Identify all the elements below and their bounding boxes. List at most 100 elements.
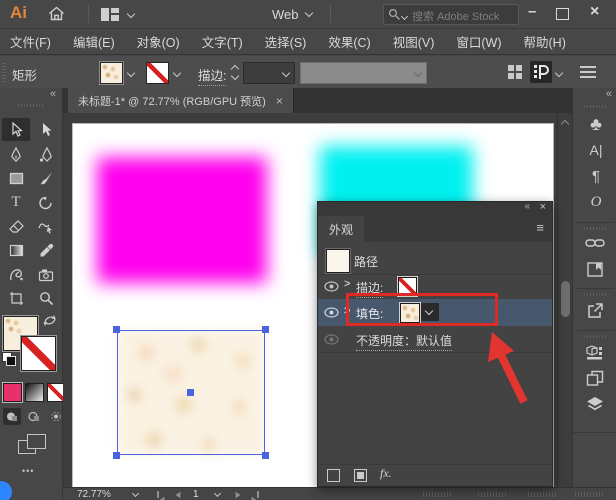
swap-fill-stroke-icon[interactable] [42,314,58,327]
stroke-weight-stepper[interactable] [230,63,240,81]
selection-center-point[interactable] [187,389,194,396]
stroke-visibility-eye-icon[interactable] [324,281,339,292]
close-window-button[interactable]: × [590,3,599,21]
stroke-color-chevron-icon[interactable] [173,69,181,77]
stroke-color-swatch[interactable] [146,62,169,84]
document-tab[interactable]: 未标题-1* @ 72.77% (RGB/GPU 预览) × [68,88,294,113]
menu-item-view[interactable]: 视图(V) [393,32,435,51]
panel-close-icon[interactable]: × [540,201,546,213]
panel-header[interactable]: « × [318,202,552,217]
asset-export-panel-icon[interactable] [585,344,605,362]
zoom-level[interactable]: 72.77% [77,489,111,500]
color-button[interactable] [3,383,22,402]
menu-item-file[interactable]: 文件(F) [10,32,51,51]
artboard-number[interactable]: 1 [193,489,199,500]
next-artboard-icon[interactable] [236,492,241,498]
paragraph-panel-icon[interactable]: ¶ [573,168,616,185]
menu-item-select[interactable]: 选择(S) [265,32,307,51]
export-panel-icon[interactable] [586,302,604,320]
home-icon[interactable] [48,6,65,21]
menu-item-edit[interactable]: 编辑(E) [73,32,115,51]
stroke-weight-dropdown[interactable] [243,62,295,84]
first-artboard-icon[interactable] [157,491,165,500]
options-list-icon[interactable] [580,65,596,78]
maximize-button[interactable] [556,8,569,20]
align-pixel-grid-button[interactable] [530,61,552,83]
fill-color-swatch[interactable] [100,62,123,84]
textured-rectangle[interactable] [117,330,265,455]
selection-handle-se[interactable] [262,452,269,459]
zoom-level-chevron-icon[interactable] [132,490,139,497]
panel-collapse-icon[interactable]: « [524,201,530,212]
document-setup-icon[interactable] [508,65,522,79]
selection-handle-nw[interactable] [113,326,120,333]
draw-behind-mode-button[interactable] [25,408,43,425]
magenta-rectangle[interactable] [97,157,267,283]
tools-grip[interactable] [18,104,44,107]
workspace-switcher[interactable]: Web [272,7,299,22]
appearance-tab[interactable]: 外观 [318,216,364,242]
align-pixel-grid-chevron-icon[interactable] [555,69,563,77]
menu-item-type[interactable]: 文字(T) [202,32,243,51]
brushes-panel-icon[interactable]: ♣ [573,114,616,135]
tools-collapse-icon[interactable]: « [50,88,56,100]
direct-selection-tool[interactable] [32,118,60,141]
selection-tool[interactable] [2,118,30,141]
artboard-tool[interactable] [2,287,30,310]
hscroll-grip-1[interactable] [423,492,451,497]
add-effect-fx-icon[interactable]: fx. [380,466,392,481]
cc-libraries-panel-icon[interactable] [585,236,605,250]
new-stroke-icon[interactable] [327,469,340,482]
selection-handle-ne[interactable] [262,326,269,333]
eyedropper-tool[interactable] [32,239,60,262]
hscroll-grip-3[interactable] [528,492,556,497]
workspace-chevron-icon[interactable] [305,9,313,17]
stroke-expand-icon[interactable]: > [344,278,350,290]
fill-visibility-eye-icon[interactable] [324,307,339,318]
menu-item-effect[interactable]: 效果(C) [328,32,370,51]
document-tab-close-icon[interactable]: × [276,94,283,108]
fill-color-chevron-icon[interactable] [127,69,135,77]
menu-item-help[interactable]: 帮助(H) [524,32,566,51]
dock-collapse-icon[interactable]: « [606,88,612,100]
minimize-button[interactable]: – [528,3,536,20]
default-fill-stroke-icon[interactable] [2,352,16,366]
rectangle-tool[interactable] [2,167,30,190]
gradient-tool[interactable] [2,239,30,262]
paintbrush-tool[interactable] [32,167,60,190]
curvature-tool[interactable] [32,143,60,166]
shaper-tool[interactable] [32,215,60,238]
dock-grip-3[interactable] [584,293,606,296]
control-bar-grip[interactable] [2,62,6,82]
search-box[interactable]: 搜索 Adobe Stock [383,4,519,25]
eraser-tool[interactable] [2,215,30,238]
arrange-documents-chevron-icon[interactable] [127,10,135,18]
graph-tool[interactable] [32,263,60,286]
layers-panel-icon[interactable] [586,396,604,412]
pen-tool[interactable] [2,143,30,166]
stroke-proxy-swatch[interactable] [21,336,56,371]
selection-handle-sw[interactable] [113,452,120,459]
dock-grip-2[interactable] [584,227,606,230]
symbol-sprayer-tool[interactable] [2,263,30,286]
hscroll-grip-4[interactable] [575,492,603,497]
opentype-panel-icon[interactable]: O [573,194,616,211]
dock-grip-1[interactable] [584,105,606,108]
zoom-tool[interactable] [32,287,60,310]
previous-artboard-icon[interactable] [176,492,181,498]
opacity-row-label[interactable]: 不透明度：默认值 [356,332,452,351]
character-panel-icon[interactable]: A| [573,142,616,158]
swatches-panel-icon[interactable] [586,260,604,278]
path-row[interactable]: 路径 [318,246,552,275]
screen-mode-button[interactable] [18,434,46,456]
arrange-documents-icon[interactable] [100,7,120,22]
scroll-up-icon[interactable] [561,120,569,128]
artboard-nav-chevron-icon[interactable] [214,490,221,497]
vertical-scroll-thumb[interactable] [561,281,570,317]
menu-item-object[interactable]: 对象(O) [137,32,180,51]
type-tool[interactable]: T [2,191,30,214]
draw-normal-mode-button[interactable] [3,408,21,425]
gradient-button[interactable] [25,383,44,402]
edit-toolbar-ellipsis-icon[interactable]: ••• [22,466,34,476]
stroke-weight-label[interactable]: 描边: [198,65,226,86]
